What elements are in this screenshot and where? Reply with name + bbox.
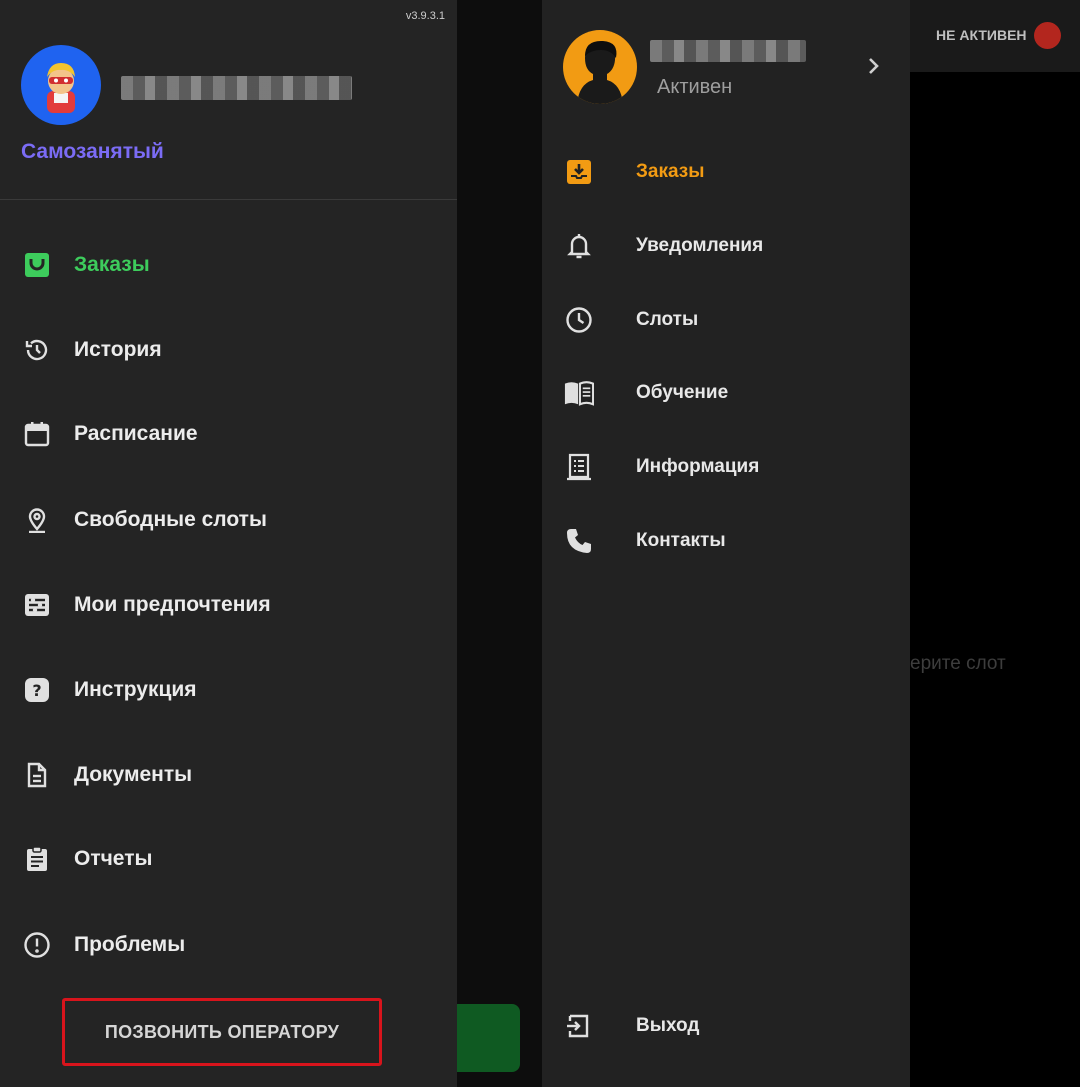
username-blurred <box>650 40 806 62</box>
menu-item-free-slots[interactable]: Свободные слоты <box>0 490 457 550</box>
menu-item-notifications[interactable]: Уведомления <box>542 218 910 274</box>
menu-item-label: Свободные слоты <box>74 508 267 531</box>
menu-item-schedule[interactable]: Расписание <box>0 404 457 464</box>
menu-item-label: Документы <box>74 763 193 786</box>
help-icon: ? <box>23 676 51 704</box>
info-list-icon <box>564 452 594 482</box>
menu-item-contacts[interactable]: Контакты <box>542 513 910 569</box>
menu-item-instruction[interactable]: ? Инструкция <box>0 660 457 720</box>
app-version: v3.9.3.1 <box>405 10 445 22</box>
calendar-icon <box>23 420 51 448</box>
menu-item-label: Мои предпочтения <box>74 593 271 616</box>
menu-item-label: Уведомления <box>636 235 764 256</box>
menu-item-learning[interactable]: Обучение <box>542 365 910 421</box>
menu-item-label: Слоты <box>636 309 699 330</box>
menu-item-label: Заказы <box>636 161 705 182</box>
location-pin-icon <box>23 506 51 534</box>
menu-item-logout[interactable]: Выход <box>542 998 910 1054</box>
screenshot-stage: v3.9.3.1 Самозанятый Заказы История Расп… <box>0 0 1080 1087</box>
user-status: Активен <box>657 76 733 98</box>
menu-item-label: Выход <box>636 1015 700 1036</box>
left-backdrop <box>457 0 542 1087</box>
menu-item-reports[interactable]: Отчеты <box>0 829 457 889</box>
menu-item-label: Отчеты <box>74 847 153 870</box>
menu-item-preferences[interactable]: Мои предпочтения <box>0 575 457 635</box>
user-avatar[interactable] <box>21 45 101 125</box>
menu-item-information[interactable]: Информация <box>542 439 910 495</box>
left-navigation-drawer: v3.9.3.1 Самозанятый Заказы История Расп… <box>0 0 457 1087</box>
superhero-avatar-icon <box>47 63 75 113</box>
menu-item-label: Контакты <box>636 530 726 551</box>
backdrop-hint-text: ерите слот <box>910 653 1006 674</box>
call-operator-button[interactable]: ПОЗВОНИТЬ ОПЕРАТОРУ <box>62 998 382 1066</box>
menu-item-label: Проблемы <box>74 933 186 956</box>
right-backdrop <box>910 0 1080 1087</box>
menu-item-label: Инструкция <box>74 678 197 701</box>
logout-icon <box>564 1011 594 1041</box>
menu-item-problems[interactable]: Проблемы <box>0 915 457 975</box>
backdrop-green-button <box>457 1004 520 1072</box>
clipboard-icon <box>23 845 51 873</box>
book-icon <box>564 378 594 408</box>
menu-item-slots[interactable]: Слоты <box>542 292 910 348</box>
header-divider <box>0 199 457 200</box>
username-blurred <box>121 76 352 100</box>
person-silhouette-icon <box>577 40 623 104</box>
alert-circle-icon <box>23 931 51 959</box>
menu-item-label: Расписание <box>74 422 198 445</box>
inactive-status-toggle[interactable] <box>1034 22 1061 49</box>
menu-item-label: Информация <box>636 456 760 477</box>
menu-item-label: История <box>74 338 162 361</box>
chevron-right-icon[interactable] <box>864 52 884 80</box>
right-navigation-drawer: Активен Заказы Уведомления Слоты Обучени… <box>542 0 910 1087</box>
menu-item-history[interactable]: История <box>0 320 457 380</box>
inactive-status-label: НЕ АКТИВЕН <box>936 27 1027 43</box>
clock-icon <box>564 305 594 335</box>
bell-icon <box>564 231 594 261</box>
menu-item-documents[interactable]: Документы <box>0 745 457 805</box>
menu-item-label: Обучение <box>636 382 729 403</box>
phone-icon <box>564 526 594 556</box>
user-role: Самозанятый <box>21 140 164 163</box>
user-avatar[interactable] <box>563 30 637 104</box>
inbox-download-icon <box>564 157 594 187</box>
menu-item-label: Заказы <box>74 253 150 276</box>
document-icon <box>23 761 51 789</box>
history-icon <box>23 336 51 364</box>
svg-text:?: ? <box>32 681 41 700</box>
menu-item-orders[interactable]: Заказы <box>542 144 910 200</box>
bag-icon <box>23 251 51 279</box>
sliders-icon <box>23 591 51 619</box>
menu-item-orders[interactable]: Заказы <box>0 235 457 295</box>
